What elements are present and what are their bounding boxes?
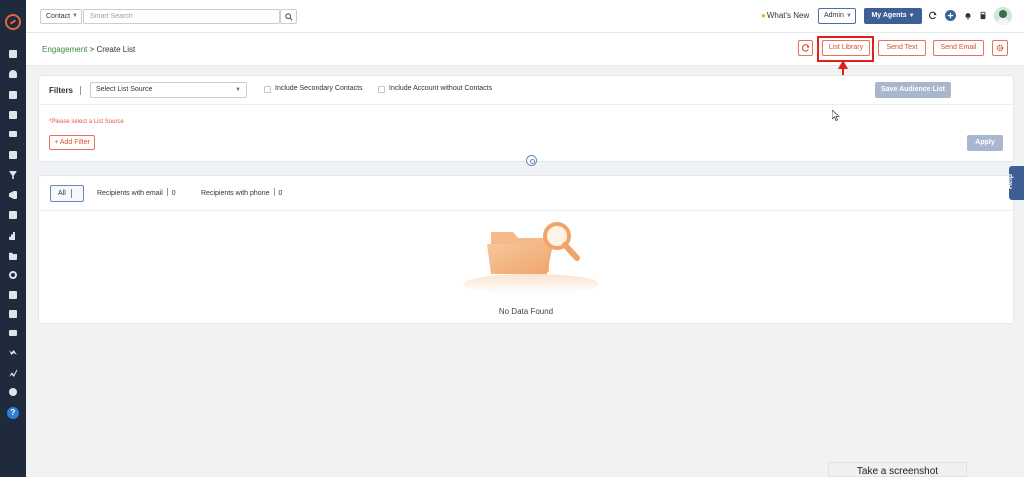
settings-icon[interactable]	[9, 388, 17, 396]
handshake-icon[interactable]	[9, 350, 17, 355]
help-tab-label: Help	[1007, 173, 1015, 190]
apply-button[interactable]: Apply	[967, 135, 1003, 151]
calculator-icon[interactable]	[979, 11, 987, 20]
tab-all[interactable]: All	[50, 185, 84, 202]
list-source-warning: *Please select a List Source	[49, 119, 124, 125]
tab-recipients-phone[interactable]: Recipients with phone 0	[201, 188, 282, 197]
list-icon[interactable]	[9, 131, 17, 137]
my-agents-button[interactable]: My Agents ▼	[864, 8, 922, 24]
trend-icon[interactable]	[9, 369, 17, 377]
include-account-label: Include Account without Contacts	[389, 85, 493, 92]
tab-email-label: Recipients with email	[97, 190, 163, 197]
calendar-check-icon[interactable]	[9, 151, 17, 159]
search-type-select[interactable]: Contact ▼	[40, 9, 82, 24]
g-icon[interactable]	[9, 271, 17, 279]
list-library-highlight	[817, 36, 874, 62]
include-secondary-label: Include Secondary Contacts	[275, 85, 363, 92]
divider	[39, 210, 1013, 211]
whats-new-link[interactable]: ●What's New	[761, 11, 809, 20]
chevron-down-icon: ▼	[72, 13, 78, 19]
divider	[80, 86, 81, 95]
send-email-button[interactable]: Send Email	[933, 40, 984, 56]
list-source-select[interactable]: Select List Source ▼	[90, 82, 247, 98]
mail-icon[interactable]	[9, 330, 17, 336]
filters-panel: Filters Select List Source ▼ Include Sec…	[38, 75, 1014, 166]
top-bar: Contact ▼ ●What's New Admin ▼ My Agents …	[26, 0, 1024, 33]
clipboard-icon[interactable]	[9, 211, 17, 219]
take-screenshot-toast[interactable]: Take a screenshot	[828, 462, 967, 477]
breadcrumb-current: Create List	[96, 45, 136, 54]
folder-icon[interactable]	[9, 252, 17, 260]
search-button[interactable]	[280, 9, 297, 24]
megaphone-icon[interactable]	[9, 191, 17, 199]
results-panel: All Recipients with email 0 Recipients wi…	[38, 175, 1014, 324]
sidebar: ?	[0, 0, 26, 477]
bulb-icon: ●	[761, 11, 766, 20]
role-label: Admin	[824, 12, 844, 19]
chevron-down-icon: ▼	[908, 13, 915, 19]
breadcrumb-engagement[interactable]: Engagement	[42, 45, 87, 54]
empty-folder-search-icon	[463, 222, 599, 294]
database-icon[interactable]	[9, 291, 17, 299]
bank-icon[interactable]	[9, 111, 17, 119]
refresh-icon	[801, 44, 810, 52]
send-text-button[interactable]: Send Text	[878, 40, 926, 56]
dashboard-icon[interactable]	[9, 50, 17, 58]
list-source-placeholder: Select List Source	[96, 86, 153, 93]
add-filter-button[interactable]: + Add Filter	[49, 135, 95, 150]
tab-recipients-email[interactable]: Recipients with email 0	[97, 188, 176, 197]
tab-phone-count: 0	[278, 190, 283, 197]
cursor-icon	[832, 110, 840, 121]
contacts-icon[interactable]	[9, 70, 17, 78]
tab-email-count: 0	[171, 190, 176, 197]
search-icon	[285, 13, 293, 21]
breadcrumb-separator: >	[89, 45, 95, 54]
divider	[71, 189, 72, 198]
logo-icon[interactable]	[5, 14, 21, 30]
filters-title: Filters	[49, 86, 74, 95]
include-secondary-checkbox[interactable]	[264, 86, 271, 93]
help-circle-icon[interactable]: ?	[7, 407, 19, 419]
whats-new-label: What's New	[766, 11, 810, 20]
documents-icon[interactable]	[9, 91, 17, 99]
save-audience-button[interactable]: Save Audience List	[875, 82, 951, 98]
gear-icon	[996, 44, 1004, 52]
collapse-toggle[interactable]	[526, 155, 537, 166]
user-avatar[interactable]	[994, 7, 1012, 25]
bell-icon[interactable]	[964, 11, 972, 20]
calendar-icon[interactable]	[9, 310, 17, 318]
bar-chart-icon[interactable]	[9, 232, 15, 240]
tab-all-label: All	[58, 190, 66, 197]
my-agents-label: My Agents	[871, 12, 907, 19]
chevron-down-icon: ▼	[846, 13, 852, 19]
refresh-icon[interactable]	[929, 11, 937, 20]
page-header: Engagement > Create List List Library Se…	[26, 33, 1024, 66]
search-type-label: Contact	[46, 13, 71, 20]
include-account-checkbox[interactable]	[378, 86, 385, 93]
tab-phone-label: Recipients with phone	[201, 190, 270, 197]
chevron-down-icon: ▼	[235, 87, 241, 93]
settings-button[interactable]	[992, 40, 1008, 56]
smart-search-input[interactable]	[83, 9, 280, 24]
divider	[39, 104, 1013, 105]
funnel-icon[interactable]	[9, 171, 17, 179]
help-tab[interactable]: Help	[1007, 166, 1024, 200]
role-select[interactable]: Admin ▼	[818, 8, 856, 24]
no-data-message: No Data Found	[498, 307, 554, 316]
refresh-button[interactable]	[798, 40, 813, 56]
add-icon[interactable]	[945, 10, 956, 21]
breadcrumb: Engagement > Create List	[42, 45, 135, 54]
